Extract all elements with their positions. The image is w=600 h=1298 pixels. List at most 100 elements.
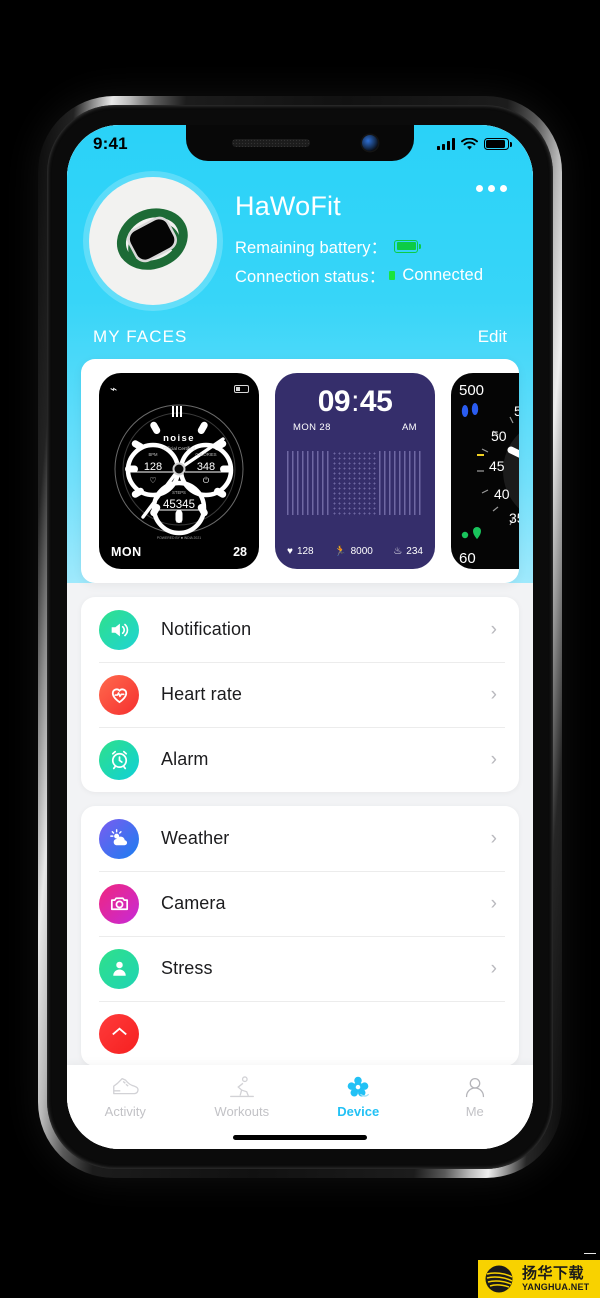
svg-text:55: 55 bbox=[514, 403, 519, 419]
globe-swoosh-icon bbox=[485, 1265, 513, 1293]
camera-icon bbox=[99, 883, 139, 924]
battery-status-line: Remaining battery： bbox=[235, 234, 483, 258]
watermark-tick bbox=[584, 1252, 596, 1254]
watch-face-gauge-analog[interactable]: 55 60 50 45 40 35 30 12 11 98 76 500 60 bbox=[451, 373, 519, 569]
face-stats: ♥ 128 🏃 8000 ♨ 234 bbox=[287, 546, 423, 557]
face-subline: MON 28 AM bbox=[287, 422, 423, 433]
weather-cloud-sun-icon bbox=[99, 818, 139, 859]
svg-text:60: 60 bbox=[459, 550, 476, 567]
watch-face-purple-digital[interactable]: 09:45 MON 28 AM ♥ 128 🏃 8000 ♨ 234 bbox=[275, 373, 435, 569]
list-item[interactable]: Weather › bbox=[81, 806, 519, 871]
svg-text:STEPS: STEPS bbox=[172, 490, 186, 495]
svg-text:♡: ♡ bbox=[149, 476, 156, 485]
list-item[interactable] bbox=[81, 1001, 519, 1065]
tab-activity[interactable]: Activity bbox=[67, 1075, 184, 1119]
alarm-clock-icon bbox=[99, 739, 139, 780]
chevron-right-icon: › bbox=[490, 683, 497, 705]
battery-full-icon bbox=[484, 138, 512, 150]
face-meridiem: AM bbox=[401, 422, 417, 433]
svg-text:128: 128 bbox=[144, 461, 162, 473]
svg-text:⫙: ⫙ bbox=[176, 516, 182, 525]
face-minutes: 45 bbox=[359, 385, 393, 418]
status-dot-icon bbox=[389, 270, 396, 280]
face-stat-calories: ♨ 234 bbox=[393, 546, 423, 557]
avatar[interactable] bbox=[89, 177, 217, 305]
face-hours: 09 bbox=[317, 385, 351, 418]
svg-text:⏻: ⏻ bbox=[203, 476, 210, 485]
more-dots-icon[interactable] bbox=[476, 185, 507, 192]
list-item[interactable]: Heart rate › bbox=[81, 662, 519, 727]
smartwatch-logo-icon bbox=[116, 208, 188, 270]
face-colon: : bbox=[351, 385, 359, 418]
face-visualizer bbox=[287, 451, 423, 515]
menu-group-one: Notification › Heart rate › Alarm › bbox=[81, 597, 519, 792]
flame-icon: ♨ bbox=[393, 546, 403, 557]
connection-label: Connection status： bbox=[235, 268, 386, 286]
runner-icon: 🏃 bbox=[334, 546, 347, 557]
speaker-icon bbox=[99, 609, 139, 650]
heart-icon: ♥ bbox=[287, 546, 293, 557]
battery-label: Remaining battery： bbox=[235, 239, 388, 257]
watch-face-noise-chronograph[interactable]: ⌁ noise Official Certified 128 348 45345… bbox=[99, 373, 259, 569]
face-date-text: MON 28 bbox=[293, 422, 331, 433]
watch-faces-carousel[interactable]: ⌁ noise Official Certified 128 348 45345… bbox=[81, 359, 519, 583]
chevron-right-icon: › bbox=[490, 892, 497, 914]
list-item-label: Alarm bbox=[161, 749, 209, 769]
list-item[interactable]: Stress › bbox=[81, 936, 519, 1001]
page-title: HaWoFit bbox=[235, 191, 341, 221]
watermark-en: YANGHUA.NET bbox=[522, 1282, 590, 1292]
chevron-right-icon: › bbox=[490, 827, 497, 849]
cellular-bars-icon bbox=[437, 138, 455, 150]
battery-green-icon bbox=[394, 239, 421, 253]
face-stat-heart: ♥ 128 bbox=[287, 546, 314, 557]
front-camera-icon bbox=[362, 135, 378, 151]
phone-frame: 9:41 HaWoFit Remaining battery： Connecti… bbox=[38, 96, 562, 1178]
phone-screen: 9:41 HaWoFit Remaining battery： Connecti… bbox=[67, 125, 533, 1149]
svg-text:CALORIES: CALORIES bbox=[195, 452, 216, 457]
my-faces-title: MY FACES bbox=[93, 327, 188, 346]
list-item[interactable]: Camera › bbox=[81, 871, 519, 936]
svg-text:35: 35 bbox=[509, 510, 519, 526]
svg-text:348: 348 bbox=[197, 461, 215, 473]
face-stat-calories-value: 234 bbox=[406, 546, 423, 557]
tab-label: Device bbox=[337, 1104, 380, 1119]
svg-text:BPM: BPM bbox=[148, 452, 158, 457]
svg-text:45345: 45345 bbox=[163, 499, 195, 511]
status-bar-indicators bbox=[437, 137, 512, 151]
tab-device[interactable]: Device bbox=[300, 1075, 417, 1119]
bottom-tab-bar: Activity Workouts Device Me bbox=[67, 1065, 533, 1149]
tab-label: Me bbox=[465, 1104, 484, 1119]
person-icon bbox=[99, 948, 139, 989]
device-info: HaWoFit Remaining battery： Connection st… bbox=[217, 177, 483, 305]
svg-text:40: 40 bbox=[494, 486, 510, 502]
face-time: 09:45 bbox=[287, 387, 423, 417]
list-item-label: Camera bbox=[161, 893, 226, 913]
chevron-right-icon: › bbox=[490, 618, 497, 640]
svg-text:noise: noise bbox=[163, 433, 195, 444]
heart-pulse-icon bbox=[99, 674, 139, 715]
tab-label: Workouts bbox=[214, 1104, 270, 1119]
device-hero-section: 9:41 HaWoFit Remaining battery： Connecti… bbox=[67, 125, 533, 583]
watermark-text: 扬华下载 YANGHUA.NET bbox=[522, 1266, 589, 1292]
list-item-label: Notification bbox=[161, 619, 252, 639]
tab-me[interactable]: Me bbox=[417, 1075, 534, 1119]
watermark-cn: 扬华下载 bbox=[522, 1265, 585, 1282]
settings-scroll-area[interactable]: Notification › Heart rate › Alarm › Weat… bbox=[67, 583, 533, 1065]
list-item-label: Stress bbox=[161, 958, 213, 978]
red-partial-icon bbox=[99, 1013, 139, 1054]
face-stat-steps-value: 8000 bbox=[350, 546, 373, 557]
face-stat-steps: 🏃 8000 bbox=[334, 546, 373, 557]
person-outline-icon bbox=[465, 1077, 484, 1098]
status-badge: Connected bbox=[402, 265, 484, 284]
home-indicator[interactable] bbox=[233, 1135, 367, 1140]
svg-text:500: 500 bbox=[459, 382, 484, 399]
list-item[interactable]: Notification › bbox=[81, 597, 519, 662]
list-item[interactable]: Alarm › bbox=[81, 727, 519, 792]
face-stat-heart-value: 128 bbox=[296, 546, 314, 557]
my-faces-header: MY FACES Edit bbox=[67, 305, 533, 359]
chevron-right-icon: › bbox=[490, 957, 497, 979]
tab-workouts[interactable]: Workouts bbox=[184, 1075, 301, 1119]
svg-text:45: 45 bbox=[489, 458, 505, 474]
edit-faces-button[interactable]: Edit bbox=[478, 327, 507, 347]
app-container: 9:41 HaWoFit Remaining battery： Connecti… bbox=[67, 125, 533, 1149]
